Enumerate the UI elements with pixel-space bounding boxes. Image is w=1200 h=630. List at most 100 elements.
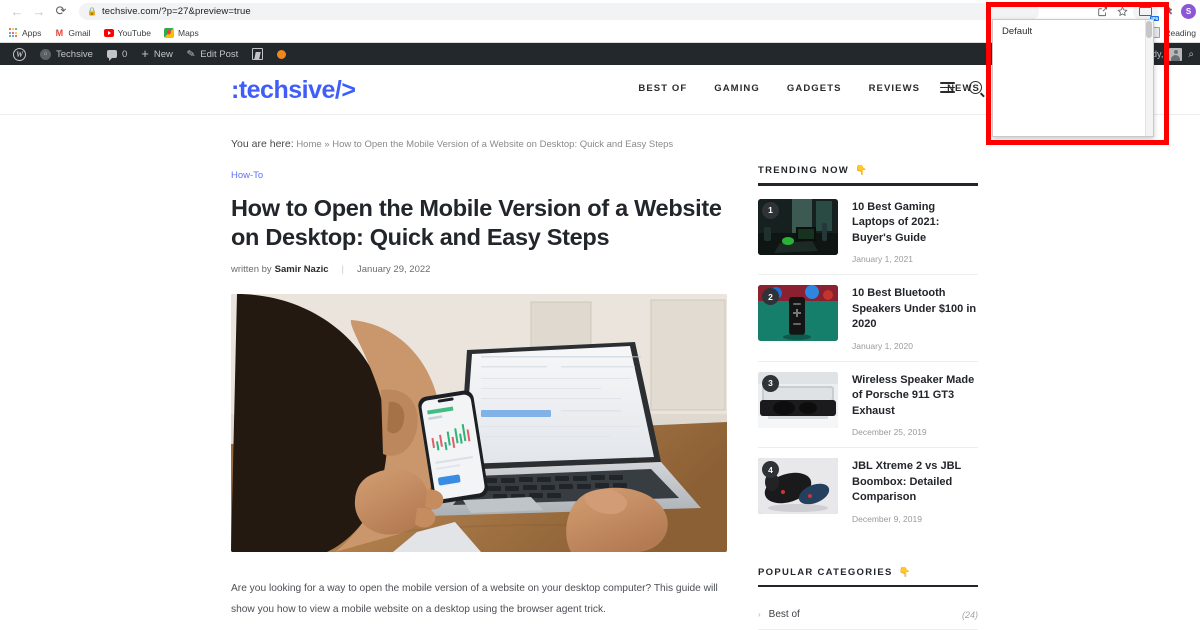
wordpress-logo-icon: W (13, 47, 26, 61)
address-bar[interactable]: 🔒 techsive.com/?p=27&preview=true (79, 2, 1039, 20)
yoast-seo-icon (252, 48, 264, 60)
nav-item-best-of[interactable]: BEST OF (638, 83, 687, 94)
article-category-link[interactable]: How-To (231, 170, 263, 181)
article-body: Are you looking for a way to open the mo… (231, 578, 729, 630)
extension-glyph (1139, 6, 1152, 16)
pointing-down-hand-icon: 👇 (898, 566, 912, 578)
publish-date: January 29, 2022 (357, 264, 431, 275)
extensions-puzzle-icon[interactable] (1159, 2, 1178, 21)
rank-badge: 1 (762, 201, 779, 219)
sidebar: TRENDING NOW 👇 1 10 Best Gaming Laptops … (758, 165, 978, 630)
wp-logo-menu[interactable]: W (6, 43, 33, 65)
widget-title: TRENDING NOW 👇 (758, 165, 978, 176)
youtube-icon (103, 28, 114, 38)
trending-list: 1 10 Best Gaming Laptops of 2021: Buyer'… (758, 198, 978, 534)
thumbnail: 4 (758, 458, 838, 514)
plus-icon: + (141, 46, 149, 61)
categories-title-text: POPULAR CATEGORIES (758, 566, 893, 578)
list-item[interactable]: 2 10 Best Bluetooth Speakers Under $100 … (758, 275, 978, 362)
page-content: You are here: Home » How to Open the Mob… (0, 115, 1200, 630)
scrollbar-thumb[interactable] (1146, 21, 1152, 38)
page-title: How to Open the Mobile Version of a Webs… (231, 195, 722, 250)
article: How-To How to Open the Mobile Version of… (231, 165, 729, 630)
hamburger-menu-icon[interactable] (940, 82, 955, 93)
chevron-right-icon: › (758, 610, 761, 619)
widget-divider (758, 584, 978, 587)
pencil-icon: ✎ (185, 47, 197, 61)
nav-item-reviews[interactable]: REVIEWS (869, 83, 921, 94)
back-button[interactable]: ← (6, 0, 28, 22)
trending-item-date: January 1, 2021 (852, 254, 913, 264)
bookmark-label: YouTube (117, 27, 151, 38)
lock-icon: 🔒 (87, 6, 97, 16)
breadcrumb-current: How to Open the Mobile Version of a Webs… (332, 139, 674, 150)
wp-yoast-menu[interactable] (245, 43, 270, 65)
bookmark-gmail[interactable]: M Gmail (54, 28, 91, 38)
trending-title-text: TRENDING NOW (758, 165, 850, 176)
trending-item-date: January 1, 2020 (852, 340, 913, 351)
forward-button[interactable]: → (28, 0, 50, 22)
list-item[interactable]: › Best of (24) (758, 600, 978, 630)
rank-badge: 4 (762, 461, 779, 478)
trending-item-title[interactable]: 10 Best Gaming Laptops of 2021: Buyer's … (852, 200, 978, 247)
breadcrumb-lead: You are here: (231, 138, 294, 150)
wp-edit-post[interactable]: ✎ Edit Post (180, 43, 245, 65)
avatar[interactable] (1169, 47, 1183, 61)
list-item-text: 10 Best Bluetooth Speakers Under $100 in… (852, 285, 978, 351)
breadcrumb: You are here: Home » How to Open the Mob… (231, 138, 673, 150)
star-icon[interactable] (1113, 2, 1132, 21)
trending-now-widget: TRENDING NOW 👇 1 10 Best Gaming Laptops … (758, 165, 978, 534)
categories-list: › Best of (24) (758, 600, 978, 630)
profile-avatar[interactable]: S (1179, 2, 1198, 21)
thumbnail: 2 (758, 285, 838, 341)
nav-item-gaming[interactable]: GAMING (714, 83, 760, 94)
bookmark-maps[interactable]: Maps (163, 27, 199, 38)
widget-title: POPULAR CATEGORIES 👇 (758, 567, 978, 578)
trending-item-title[interactable]: Wireless Speaker Made of Porsche 911 GT3… (852, 373, 978, 420)
site-logo[interactable]: :techsive/> (231, 76, 356, 105)
bookmark-reading[interactable]: Reading (1164, 28, 1196, 38)
bookmark-apps[interactable]: Apps (8, 28, 41, 38)
bookmark-youtube[interactable]: YouTube (103, 27, 151, 38)
screenshot-viewport: ← → ⟳ 🔒 techsive.com/?p=27&preview=true (0, 0, 1200, 630)
written-by-label: written by (231, 264, 272, 275)
search-icon[interactable]: ⌕ (1188, 49, 1194, 60)
popular-categories-widget: POPULAR CATEGORIES 👇 › Best of (24) (758, 567, 978, 630)
search-icon[interactable] (969, 81, 982, 94)
nav-item-gadgets[interactable]: GADGETS (787, 83, 842, 94)
reload-button[interactable]: ⟳ (50, 0, 72, 22)
pointing-down-hand-icon: 👇 (855, 165, 869, 176)
comment-bubble-icon (106, 50, 117, 61)
dropdown-option-default[interactable]: Default (993, 20, 1153, 43)
byline-separator: | (341, 264, 344, 275)
category-name[interactable]: Best of (769, 609, 800, 620)
vertical-scrollbar[interactable] (1145, 20, 1153, 136)
author-name[interactable]: Samir Nazic (275, 264, 329, 275)
list-item-text: JBL Xtreme 2 vs JBL Boombox: Detailed Co… (852, 458, 978, 524)
bookmark-label: Maps (177, 27, 199, 38)
trending-item-title[interactable]: JBL Xtreme 2 vs JBL Boombox: Detailed Co… (852, 459, 978, 506)
dropdown-panel[interactable]: Default (992, 19, 1154, 137)
category-count: (24) (961, 609, 978, 620)
breadcrumb-home[interactable]: Home (296, 139, 321, 150)
house-icon: ⌂ (40, 48, 51, 60)
wp-site-name[interactable]: ⌂ Techsive (33, 43, 100, 65)
list-item[interactable]: 3 Wireless Speaker Made of Porsche 911 G… (758, 362, 978, 448)
wp-new-menu[interactable]: + New (134, 43, 180, 65)
list-item[interactable]: 4 JBL Xtreme 2 vs JBL Boombox: Detailed … (758, 448, 978, 534)
trending-item-title[interactable]: 10 Best Bluetooth Speakers Under $100 in… (852, 286, 978, 333)
category-name-wrap: › Best of (758, 609, 800, 620)
orange-status-dot-icon (277, 49, 287, 59)
main-nav: BEST OF GAMING GADGETS REVIEWS NEWS (638, 83, 980, 94)
wp-status-indicator[interactable] (270, 43, 293, 65)
rank-badge: 2 (762, 288, 779, 305)
article-byline: written by Samir Nazic | January 29, 202… (231, 264, 729, 275)
wp-comments[interactable]: 0 (100, 43, 134, 65)
share-icon[interactable] (1093, 2, 1112, 21)
list-item-text: 10 Best Gaming Laptops of 2021: Buyer's … (852, 199, 978, 265)
maps-icon (163, 27, 174, 38)
thumbnail: 1 (758, 198, 838, 255)
extension-icon[interactable]: IP6 (1133, 2, 1159, 21)
hero-image (231, 294, 727, 552)
list-item[interactable]: 1 10 Best Gaming Laptops of 2021: Buyer'… (758, 198, 978, 275)
